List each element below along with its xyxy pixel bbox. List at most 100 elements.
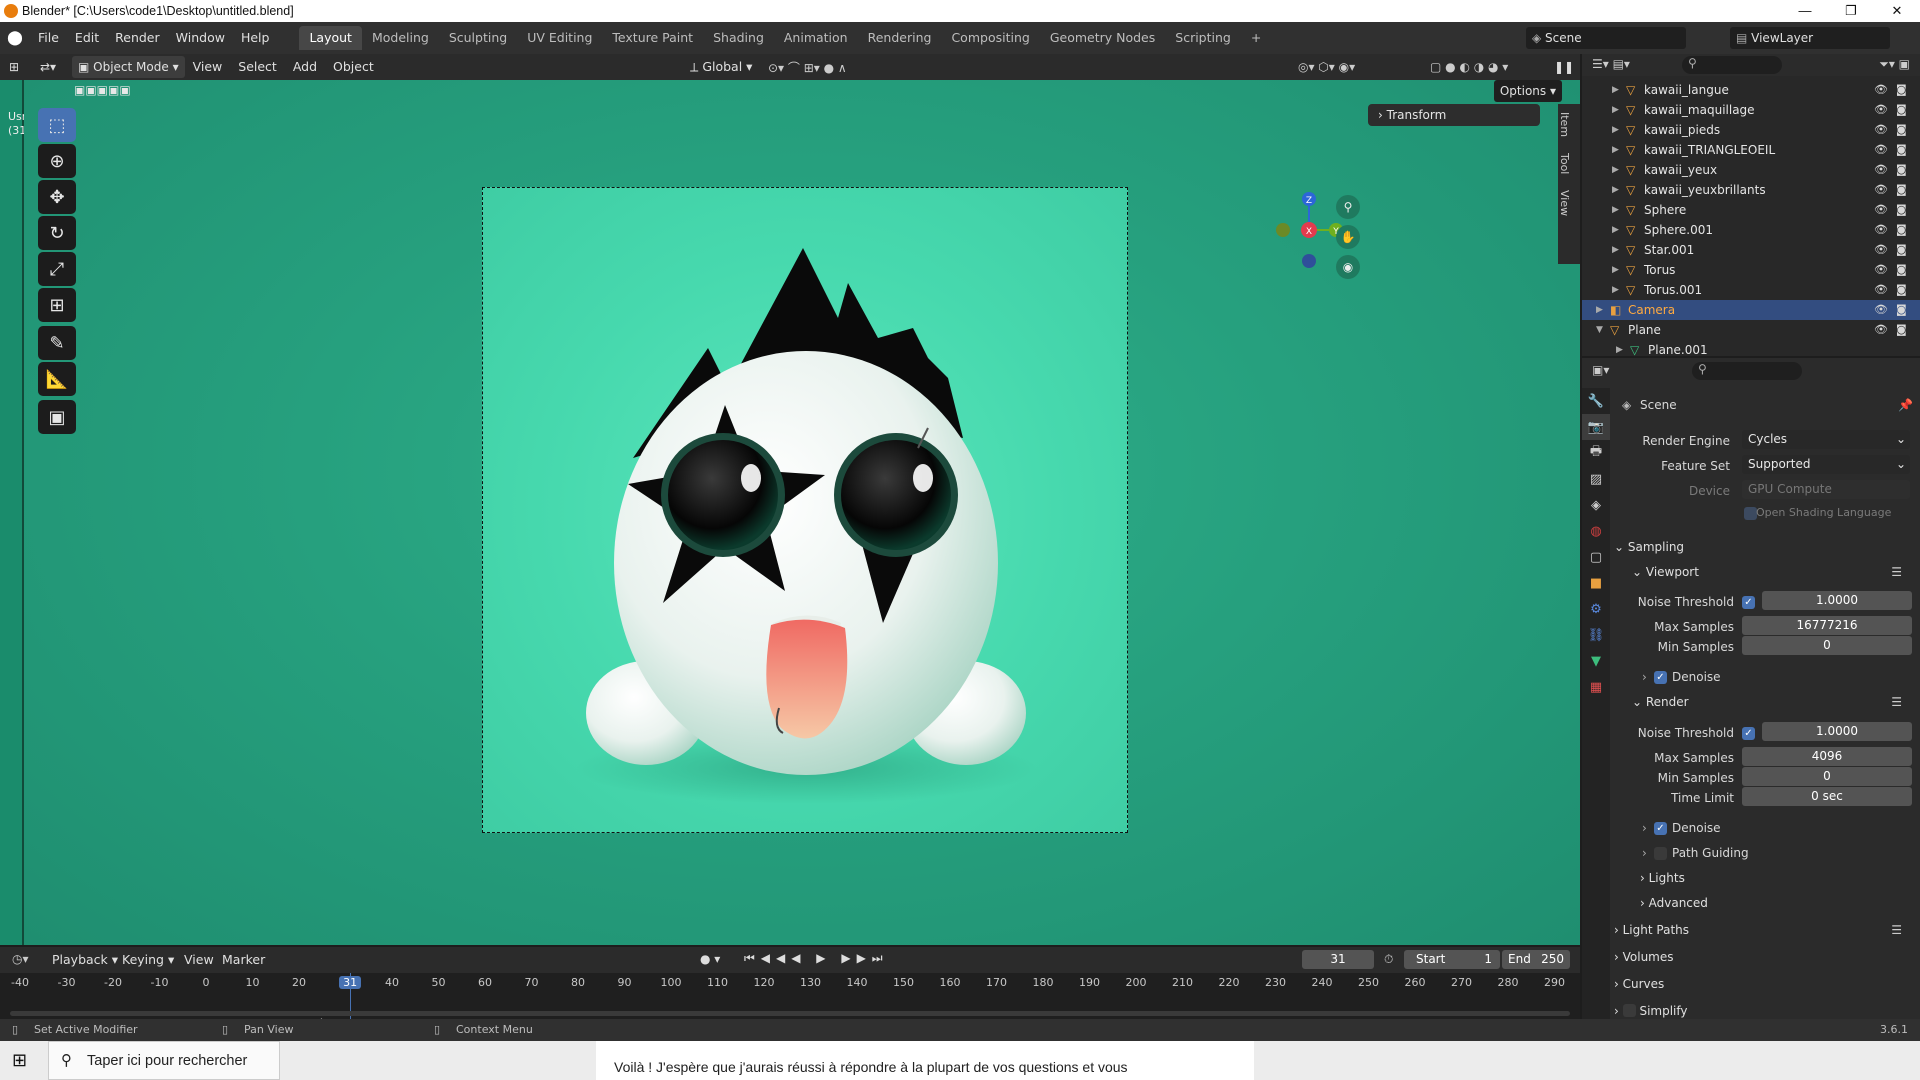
sampling-panel-header[interactable]: ⌄ Sampling bbox=[1614, 536, 1914, 558]
snap-icon[interactable]: ⊙▾ ⌒ ⊞▾ ● ∧ bbox=[768, 59, 847, 76]
outliner-row[interactable]: ▼ ▽ Plane 👁 ◙ bbox=[1582, 320, 1920, 340]
expand-arrow-icon[interactable]: ▶ bbox=[1612, 140, 1619, 160]
device-dropdown[interactable]: GPU Compute bbox=[1742, 480, 1910, 499]
outliner-row[interactable]: ▶ ▽ Sphere.001 👁 ◙ bbox=[1582, 220, 1920, 240]
minimize-button[interactable]: — bbox=[1782, 0, 1828, 22]
advanced-subpanel-header[interactable]: › Advanced bbox=[1640, 892, 1920, 914]
render-tab-icon[interactable]: 📷 bbox=[1582, 414, 1610, 440]
current-frame-field[interactable]: 31 bbox=[1302, 950, 1374, 969]
move-icon[interactable]: ✥ bbox=[38, 180, 76, 214]
tab-layout[interactable]: Layout bbox=[299, 26, 362, 50]
visibility-eye-icon[interactable]: 👁 bbox=[1874, 120, 1888, 140]
render-engine-dropdown[interactable]: Cycles ⌄ bbox=[1742, 430, 1910, 449]
render-subpanel-header[interactable]: ⌄ Render ☰ bbox=[1632, 691, 1912, 713]
overlay-icon[interactable]: ◎▾ ⬡▾ ◉▾ bbox=[1298, 60, 1355, 74]
expand-arrow-icon[interactable]: ▶ bbox=[1612, 260, 1619, 280]
visibility-eye-icon[interactable]: 👁 bbox=[1874, 80, 1888, 100]
tab-tool[interactable]: Tool bbox=[1558, 145, 1571, 182]
editor-type-icon[interactable]: ⊞ bbox=[0, 60, 28, 74]
curves-panel-header[interactable]: › Curves bbox=[1614, 973, 1914, 995]
render-toggle-icon[interactable]: ◙ bbox=[1896, 200, 1907, 220]
gizmo-neg-y-icon[interactable] bbox=[1276, 223, 1290, 237]
camera-view-icon[interactable]: ◉ bbox=[1336, 255, 1360, 279]
visibility-eye-icon[interactable]: 👁 bbox=[1874, 180, 1888, 200]
tab-sculpting[interactable]: Sculpting bbox=[439, 26, 517, 50]
render-toggle-icon[interactable]: ◙ bbox=[1896, 100, 1907, 120]
tab-uv-editing[interactable]: UV Editing bbox=[517, 26, 602, 50]
tab-item[interactable]: Item bbox=[1558, 104, 1571, 145]
outliner-row[interactable]: ▶ ▽ kawaii_yeuxbrillants 👁 ◙ bbox=[1582, 180, 1920, 200]
zoom-icon[interactable]: ⚲ bbox=[1336, 195, 1360, 219]
light-paths-presets-icon[interactable]: ☰ bbox=[1891, 919, 1902, 941]
options-button[interactable]: Options ▾ bbox=[1493, 80, 1562, 102]
collection-tab-icon[interactable]: ▢ bbox=[1582, 544, 1610, 570]
render-toggle-icon[interactable]: ◙ bbox=[1896, 300, 1907, 320]
outliner-row[interactable]: ▶ ▽ kawaii_pieds 👁 ◙ bbox=[1582, 120, 1920, 140]
simplify-checkbox[interactable] bbox=[1622, 1004, 1636, 1017]
expand-arrow-icon[interactable]: ▶ bbox=[1612, 160, 1619, 180]
vp-max-samples-field[interactable]: 16777216 bbox=[1742, 616, 1912, 635]
record-icon[interactable]: ● ▾ bbox=[700, 952, 720, 966]
expand-arrow-icon[interactable]: ▶ bbox=[1612, 280, 1619, 300]
object-tab-icon[interactable]: ■ bbox=[1582, 570, 1610, 596]
add-workspace-icon[interactable]: + bbox=[1241, 26, 1271, 50]
visibility-eye-icon[interactable]: 👁 bbox=[1874, 320, 1888, 340]
windows-start-icon[interactable]: ⊞ bbox=[12, 1050, 27, 1071]
visibility-eye-icon[interactable]: 👁 bbox=[1874, 100, 1888, 120]
scale-icon[interactable]: ⤢ bbox=[38, 252, 76, 286]
gizmo-neg-z-icon[interactable] bbox=[1302, 254, 1316, 268]
light-paths-panel-header[interactable]: › Light Paths ☰ bbox=[1614, 919, 1914, 941]
outliner-search-input[interactable]: ⚲ bbox=[1682, 56, 1782, 74]
r-min-samples-field[interactable]: 0 bbox=[1742, 767, 1912, 786]
visibility-eye-icon[interactable]: 👁 bbox=[1874, 280, 1888, 300]
playback-controls[interactable]: ⏮◀◀◀ ▶ ▶▶⏭ bbox=[744, 951, 889, 966]
expand-arrow-icon[interactable]: ▼ bbox=[1596, 320, 1603, 340]
texture-tab-icon[interactable]: ▦ bbox=[1582, 674, 1610, 700]
select-box-icon[interactable]: ⬚ bbox=[38, 108, 76, 142]
outliner-row[interactable]: ▶ ▽ kawaii_langue 👁 ◙ bbox=[1582, 80, 1920, 100]
outliner-row[interactable]: ▶ ▽ kawaii_TRIANGLEOEIL 👁 ◙ bbox=[1582, 140, 1920, 160]
expand-arrow-icon[interactable]: ▶ bbox=[1616, 340, 1623, 360]
expand-arrow-icon[interactable]: ▶ bbox=[1612, 220, 1619, 240]
tab-geometry-nodes[interactable]: Geometry Nodes bbox=[1040, 26, 1165, 50]
render-toggle-icon[interactable]: ◙ bbox=[1896, 220, 1907, 240]
orientation-dropdown[interactable]: ⟂ Global ▾ bbox=[682, 55, 760, 79]
taskbar-search-input[interactable]: ⚲ Taper ici pour rechercher bbox=[48, 1041, 280, 1080]
cursor-icon[interactable]: ⊕ bbox=[38, 144, 76, 178]
transform-panel-header[interactable]: › Transform bbox=[1368, 104, 1540, 126]
selection-mode-icons[interactable]: ▣▣▣▣▣ bbox=[74, 83, 131, 97]
r-noise-threshold-field[interactable]: 1.0000 bbox=[1762, 722, 1912, 741]
outliner-row[interactable]: ▶ ▽ Torus.001 👁 ◙ bbox=[1582, 280, 1920, 300]
menu-keying[interactable]: Keying ▾ bbox=[114, 948, 182, 972]
3d-viewport[interactable]: ▣▣▣▣▣ Options ▾ Z X ⚲ ✋ ◉ › Transform It… bbox=[24, 80, 1580, 945]
start-frame-field[interactable]: Start 1 bbox=[1404, 950, 1500, 969]
render-toggle-icon[interactable]: ◙ bbox=[1896, 80, 1907, 100]
pause-render-icon[interactable]: ❚❚ bbox=[1554, 60, 1574, 74]
menu-view[interactable]: View bbox=[185, 55, 231, 79]
view-layer-tab-icon[interactable]: ▨ bbox=[1582, 466, 1610, 492]
restore-button[interactable]: ❐ bbox=[1828, 0, 1874, 22]
stopwatch-icon[interactable]: ⏱ bbox=[1384, 952, 1393, 967]
data-tab-icon[interactable]: ▼ bbox=[1582, 648, 1610, 674]
r-max-samples-field[interactable]: 4096 bbox=[1742, 747, 1912, 766]
measure-icon[interactable]: 📐 bbox=[38, 362, 76, 396]
outliner-row[interactable]: ▶ ▽ kawaii_yeux 👁 ◙ bbox=[1582, 160, 1920, 180]
outliner-row[interactable]: ▶ ▽ Star.001 👁 ◙ bbox=[1582, 240, 1920, 260]
tab-view[interactable]: View bbox=[1558, 182, 1571, 224]
expand-arrow-icon[interactable]: ▶ bbox=[1612, 240, 1619, 260]
transform-pivot-icon[interactable]: ⇄▾ bbox=[28, 60, 68, 74]
menu-window[interactable]: Window bbox=[168, 26, 233, 50]
tab-animation[interactable]: Animation bbox=[774, 26, 858, 50]
transform-icon[interactable]: ⊞ bbox=[38, 288, 76, 322]
menu-render[interactable]: Render bbox=[107, 26, 168, 50]
visibility-eye-icon[interactable]: 👁 bbox=[1874, 200, 1888, 220]
lights-subpanel-header[interactable]: › Lights bbox=[1640, 867, 1920, 889]
menu-object[interactable]: Object bbox=[325, 55, 382, 79]
render-presets-icon[interactable]: ☰ bbox=[1891, 691, 1902, 713]
path-guiding-checkbox[interactable] bbox=[1654, 847, 1667, 860]
viewport-subpanel-header[interactable]: ⌄ Viewport ☰ bbox=[1632, 561, 1912, 583]
tab-texture-paint[interactable]: Texture Paint bbox=[602, 26, 703, 50]
scene-tab-icon[interactable]: ◈ bbox=[1582, 492, 1610, 518]
path-guiding-row[interactable]: › Path Guiding bbox=[1610, 842, 1920, 864]
render-toggle-icon[interactable]: ◙ bbox=[1896, 120, 1907, 140]
